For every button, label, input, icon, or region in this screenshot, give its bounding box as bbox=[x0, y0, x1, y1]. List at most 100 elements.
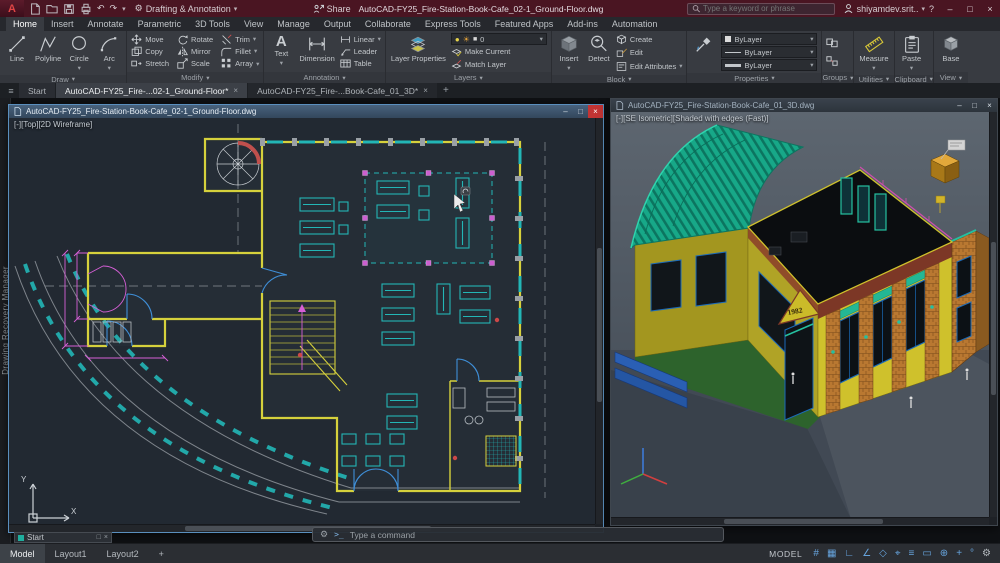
group-button[interactable] bbox=[826, 36, 838, 48]
entrance-door[interactable] bbox=[785, 318, 813, 420]
brick-pillar[interactable] bbox=[925, 263, 939, 381]
app-restore-button[interactable]: □ bbox=[960, 0, 980, 17]
base-view-button[interactable]: Base bbox=[938, 33, 964, 70]
brick-pillar[interactable] bbox=[826, 309, 840, 414]
redo-icon[interactable]: ↷ bbox=[110, 3, 118, 14]
minimized-start-window[interactable]: Start □ × bbox=[14, 532, 112, 543]
lineweight-icon[interactable]: ≡ bbox=[909, 548, 915, 559]
block-panel-footer[interactable]: Block▾ bbox=[552, 75, 687, 83]
units-icon[interactable]: ° bbox=[970, 548, 974, 559]
ribbon-tab-home[interactable]: Home bbox=[6, 17, 44, 31]
snap-mode-icon[interactable]: ▦ bbox=[827, 548, 836, 559]
file-tab-start[interactable]: Start bbox=[19, 83, 55, 98]
window-ground-floor[interactable]: AutoCAD-FY25_Fire-Station-Book-Cafe_02-1… bbox=[8, 104, 604, 533]
ribbon-tab-express-tools[interactable]: Express Tools bbox=[418, 17, 488, 31]
view-panel-footer[interactable]: View▾ bbox=[934, 72, 968, 83]
dynamic-input-icon[interactable]: + bbox=[956, 548, 962, 559]
window-title-bar[interactable]: AutoCAD-FY25_Fire-Station-Book-Cafe_01_3… bbox=[611, 99, 997, 112]
ribbon-tab-parametric[interactable]: Parametric bbox=[131, 17, 189, 31]
ribbon-tab-manage[interactable]: Manage bbox=[270, 17, 317, 31]
text-dropdown-icon[interactable]: ▾ bbox=[280, 59, 283, 67]
layer-properties-button[interactable]: Layer Properties bbox=[390, 33, 447, 70]
draw-panel-footer[interactable]: Draw▾ bbox=[0, 75, 126, 83]
wing-window[interactable] bbox=[651, 260, 681, 311]
tower-window[interactable] bbox=[957, 256, 971, 298]
dimension-button[interactable]: Dimension bbox=[298, 33, 335, 70]
viewport-controls[interactable]: [-][SE Isometric][Shaded with edges (Fas… bbox=[616, 114, 769, 123]
help-button[interactable]: ? bbox=[929, 4, 934, 14]
rotate-button[interactable]: Rotate bbox=[177, 34, 213, 45]
measure-button[interactable]: Measure ▾ bbox=[858, 33, 889, 73]
wing-window[interactable] bbox=[696, 252, 726, 306]
layer-dropdown[interactable]: ● ☀ ■ 0 ▾ bbox=[451, 33, 547, 45]
model-3d-canvas[interactable]: 1982 bbox=[611, 112, 989, 519]
tower-window[interactable] bbox=[957, 302, 971, 342]
lineweight-dropdown[interactable]: ByLayer▾ bbox=[721, 59, 817, 71]
floor-plan-canvas[interactable]: Y X bbox=[9, 118, 595, 526]
trim-button[interactable]: Trim▾ bbox=[221, 34, 259, 45]
window-minimize-button[interactable]: – bbox=[558, 105, 573, 118]
create-block-button[interactable]: Create bbox=[616, 34, 683, 45]
save-icon[interactable] bbox=[63, 3, 75, 15]
window-title-bar[interactable]: AutoCAD-FY25_Fire-Station-Book-Cafe_02-1… bbox=[9, 105, 603, 118]
object-snap-icon[interactable]: ⌖ bbox=[895, 548, 901, 559]
polyline-button[interactable]: Polyline bbox=[34, 33, 62, 73]
ribbon-tab-3d-tools[interactable]: 3D Tools bbox=[188, 17, 237, 31]
linear-dimension-button[interactable]: Linear▾ bbox=[340, 34, 381, 45]
table-button[interactable]: Table bbox=[340, 58, 381, 69]
rooftop-unit[interactable] bbox=[791, 232, 807, 242]
viewport-controls[interactable]: [-][Top][2D Wireframe] bbox=[14, 120, 92, 129]
ucs-icon[interactable]: Y X bbox=[21, 475, 77, 522]
insert-dropdown-icon[interactable]: ▾ bbox=[567, 64, 570, 72]
linetype-dropdown[interactable]: ByLayer▾ bbox=[721, 46, 817, 58]
window-close-button[interactable]: × bbox=[982, 99, 997, 112]
clipboard-panel-footer[interactable]: Clipboard▾ bbox=[895, 75, 933, 83]
spiral-stair[interactable] bbox=[217, 143, 259, 185]
leader-button[interactable]: Leader bbox=[340, 46, 381, 57]
edit-block-button[interactable]: Edit bbox=[616, 47, 683, 58]
search-input[interactable] bbox=[703, 4, 830, 13]
scrollbar-thumb[interactable] bbox=[724, 519, 883, 524]
open-folder-icon[interactable] bbox=[46, 3, 58, 15]
share-button[interactable]: Share bbox=[313, 3, 351, 14]
line-button[interactable]: Line bbox=[4, 33, 30, 73]
ribbon-tab-annotate[interactable]: Annotate bbox=[81, 17, 131, 31]
corner-tower[interactable] bbox=[952, 231, 976, 372]
command-input-hint[interactable]: Type a command bbox=[350, 530, 415, 540]
layout-tab-layout1[interactable]: Layout1 bbox=[45, 544, 97, 563]
autocad-logo[interactable]: A bbox=[0, 0, 24, 17]
undo-icon[interactable]: ↶ bbox=[97, 3, 105, 14]
utilities-panel-footer[interactable]: Utilities▾ bbox=[854, 75, 893, 83]
paste-dropdown-icon[interactable]: ▾ bbox=[910, 64, 913, 72]
selection-cycling-icon[interactable]: ⊕ bbox=[940, 548, 948, 559]
move-button[interactable]: Move bbox=[131, 34, 169, 45]
transparency-icon[interactable]: ▭ bbox=[922, 548, 931, 559]
paste-button[interactable]: Paste ▾ bbox=[899, 33, 925, 73]
arc-button[interactable]: Arc ▾ bbox=[96, 33, 122, 73]
scrollbar-thumb[interactable] bbox=[991, 242, 996, 396]
circle-dropdown-icon[interactable]: ▾ bbox=[78, 64, 81, 72]
linear-dropdown-icon[interactable]: ▾ bbox=[378, 35, 381, 43]
stretch-button[interactable]: Stretch bbox=[131, 58, 169, 69]
window-maximize-button[interactable]: □ bbox=[573, 105, 588, 118]
vertical-scrollbar[interactable] bbox=[989, 112, 997, 517]
brick-pillar[interactable] bbox=[892, 278, 906, 392]
grid-icon[interactable]: # bbox=[813, 548, 819, 559]
qat-dropdown-icon[interactable]: ▾ bbox=[122, 5, 126, 13]
workspace-switcher[interactable]: ⚙ Drafting & Annotation ▾ bbox=[135, 3, 238, 14]
ungroup-button[interactable] bbox=[826, 55, 838, 67]
match-layer-button[interactable]: Match Layer bbox=[451, 59, 547, 70]
customize-icon[interactable]: ⚙ bbox=[320, 529, 328, 540]
ribbon-tab-output[interactable]: Output bbox=[317, 17, 358, 31]
close-tab-icon[interactable]: × bbox=[233, 86, 238, 95]
command-line[interactable]: ⚙ >_ Type a command bbox=[312, 527, 724, 542]
ribbon-tab-insert[interactable]: Insert bbox=[44, 17, 81, 31]
insert-block-button[interactable]: Insert ▾ bbox=[556, 33, 582, 73]
new-file-icon[interactable] bbox=[29, 3, 41, 15]
file-tab-menu-icon[interactable]: ≡ bbox=[3, 83, 19, 98]
measure-dropdown-icon[interactable]: ▾ bbox=[872, 64, 875, 72]
kitchen-hatch-area[interactable] bbox=[486, 436, 516, 466]
properties-panel-footer[interactable]: Properties▾ bbox=[687, 73, 821, 83]
ribbon-tab-featured-apps[interactable]: Featured Apps bbox=[488, 17, 561, 31]
circle-button[interactable]: Circle ▾ bbox=[66, 33, 92, 73]
